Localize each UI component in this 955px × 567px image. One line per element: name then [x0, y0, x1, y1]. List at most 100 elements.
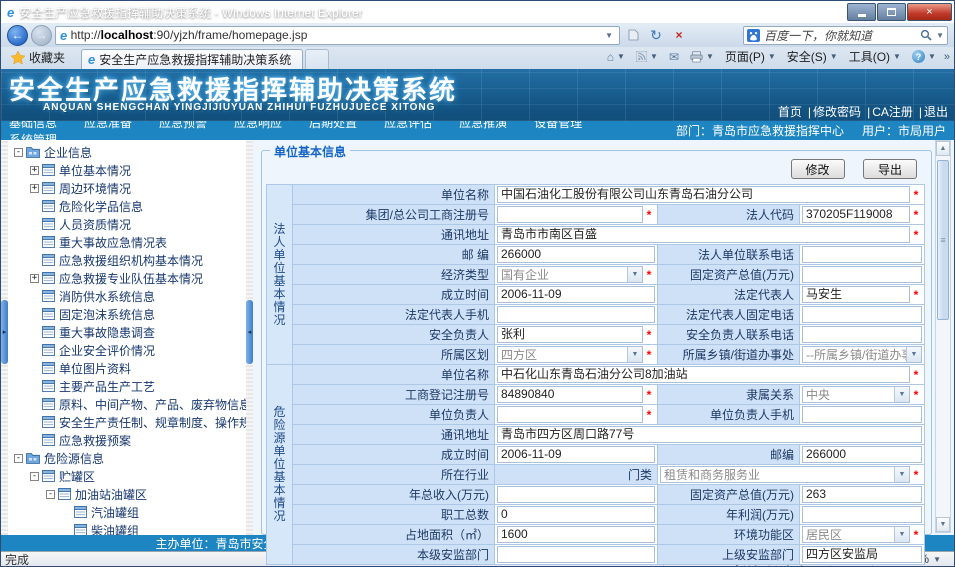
tree-item-label[interactable]: 固定泡沫系统信息 [59, 306, 155, 323]
search-input[interactable]: 百度一下，你就知道 ▼ [743, 26, 948, 45]
tree-item[interactable]: 原料、中间产物、产品、废弃物信息 [8, 395, 246, 413]
tree-item-label[interactable]: 加油站油罐区 [75, 486, 147, 503]
tree-item-label[interactable]: 单位基本情况 [59, 162, 131, 179]
export-button[interactable]: 导出 [863, 159, 917, 179]
tree-item-label[interactable]: 人员资质情况 [59, 216, 131, 233]
back-button[interactable]: ← [7, 25, 28, 46]
tree-item[interactable]: 汽油罐组 [8, 503, 246, 521]
tree-item[interactable]: 危险化学品信息 [8, 197, 246, 215]
expand-icon[interactable]: + [30, 184, 39, 193]
address-dropdown-icon[interactable]: ▼ [601, 31, 617, 40]
scroll-down-button[interactable]: ▼ [936, 517, 950, 532]
tree-item[interactable]: 重大事故应急情况表 [8, 233, 246, 251]
form-scrollbar[interactable]: ▲ ≡ ▼ [935, 140, 951, 533]
tree-item-label[interactable]: 主要产品生产工艺 [59, 378, 155, 395]
text-input[interactable]: 0 [497, 506, 655, 523]
collapse-icon[interactable]: - [14, 148, 23, 157]
maximize-button[interactable] [877, 3, 906, 21]
tree-item[interactable]: - 贮罐区 [8, 467, 246, 485]
tree-item-label[interactable]: 重大事故隐患调查 [59, 324, 155, 341]
text-input[interactable]: 266000 [802, 446, 922, 463]
text-input[interactable] [802, 246, 922, 263]
tab-active[interactable]: e 安全生产应急救援指挥辅助决策系统 [81, 49, 303, 69]
text-input[interactable] [802, 326, 922, 343]
modify-button[interactable]: 修改 [791, 159, 845, 179]
text-input[interactable] [497, 206, 643, 223]
text-input[interactable] [802, 406, 922, 423]
tree-item[interactable]: 单位图片资料 [8, 359, 246, 377]
text-input[interactable]: 马安生 [802, 286, 910, 303]
tree-item[interactable]: -加油站油罐区 [8, 485, 246, 503]
text-input[interactable]: 266000 [497, 246, 655, 263]
tree-item[interactable]: -危险源信息 [8, 449, 246, 467]
tree-item[interactable]: 消防供水系统信息 [8, 287, 246, 305]
feeds-button[interactable]: ▼ [633, 50, 661, 63]
select-dropdown[interactable]: 租赁和商务服务业▼ [660, 466, 910, 483]
text-input[interactable] [497, 546, 655, 563]
text-input[interactable] [802, 266, 922, 283]
text-input[interactable]: 中国石油化工股份有限公司山东青岛石油分公司 [497, 186, 910, 203]
tree-item[interactable]: + 应急救援专业队伍基本情况 [8, 269, 246, 287]
tree-item-label[interactable]: 应急救援组织机构基本情况 [59, 252, 203, 269]
tree-item-label[interactable]: 原料、中间产物、产品、废弃物信息 [59, 396, 246, 413]
tree-item-label[interactable]: 企业安全评价情况 [59, 342, 155, 359]
chevron-down-icon[interactable]: ▼ [894, 527, 909, 542]
text-input[interactable]: 84890840 [497, 386, 643, 403]
tree-item-label[interactable]: 单位图片资料 [59, 360, 131, 377]
text-input[interactable]: 263 [802, 486, 922, 503]
text-input[interactable]: 四方区安监局 [802, 546, 922, 563]
scrollbar-thumb[interactable]: ≡ [937, 160, 949, 320]
left-collapse-handle[interactable]: ▸ [1, 300, 8, 364]
expand-icon[interactable]: + [30, 166, 39, 175]
tree-item[interactable]: 柴油罐组 [8, 521, 246, 535]
text-input[interactable] [497, 306, 655, 323]
tree-item-label[interactable]: 贮罐区 [59, 468, 95, 485]
tree-item[interactable]: 人员资质情况 [8, 215, 246, 233]
minimize-button[interactable] [847, 3, 876, 21]
close-button[interactable]: × [907, 3, 952, 21]
print-button[interactable]: ▼ [687, 50, 717, 64]
banner-link[interactable]: 首页 [778, 103, 802, 120]
text-input[interactable]: 中石化山东青岛石油分公司8加油站 [497, 366, 910, 383]
text-input[interactable]: 2006-11-09 [497, 286, 655, 303]
tree-item[interactable]: 企业安全评价情况 [8, 341, 246, 359]
tree-item[interactable]: + 单位基本情况 [8, 161, 246, 179]
banner-link[interactable]: CA注册 [872, 103, 913, 120]
banner-link[interactable]: 修改密码 [813, 103, 861, 120]
tree-item-label[interactable]: 应急救援预案 [59, 432, 131, 449]
tree-item[interactable]: 应急救援组织机构基本情况 [8, 251, 246, 269]
tree-item[interactable]: 主要产品生产工艺 [8, 377, 246, 395]
text-input[interactable]: 张利 [497, 326, 643, 343]
text-input[interactable]: 1600 [497, 526, 655, 543]
new-tab-button[interactable] [305, 49, 329, 69]
chevron-down-icon[interactable]: ▼ [894, 467, 909, 482]
select-dropdown[interactable]: --所属乡镇/街道办事处--▼ [802, 346, 922, 363]
collapse-icon[interactable]: - [14, 454, 23, 463]
tree-item[interactable]: +周边环境情况 [8, 179, 246, 197]
forward-button[interactable]: → [31, 25, 52, 46]
page-menu[interactable]: 页面(P)▼ [722, 47, 779, 66]
select-dropdown[interactable]: 国有企业▼ [497, 266, 643, 283]
chevron-down-icon[interactable]: ▼ [894, 387, 909, 402]
tree-item-label[interactable]: 柴油罐组 [91, 522, 139, 536]
text-input[interactable]: 青岛市四方区周口路77号 [497, 426, 922, 443]
tree-item[interactable]: - 企业信息 [8, 143, 246, 161]
tree-item-label[interactable]: 应急救援专业队伍基本情况 [59, 270, 203, 287]
scroll-up-button[interactable]: ▲ [936, 141, 950, 156]
text-input[interactable]: 2006-11-09 [497, 446, 655, 463]
text-input[interactable] [802, 506, 922, 523]
tree-item-label[interactable]: 危险化学品信息 [59, 198, 143, 215]
compatibility-view-button[interactable] [623, 25, 643, 45]
tree-item[interactable]: 重大事故隐患调查 [8, 323, 246, 341]
select-dropdown[interactable]: 中央▼ [802, 386, 910, 403]
tree-item-label[interactable]: 安全生产责任制、规章制度、操作规程信息 [59, 414, 246, 431]
chevron-down-icon[interactable]: ▼ [906, 347, 921, 362]
tree-item-label[interactable]: 企业信息 [44, 144, 92, 161]
help-menu[interactable]: ?▼ [909, 49, 939, 64]
favorites-button[interactable]: 收藏夹 [5, 47, 73, 69]
collapse-icon[interactable]: - [30, 472, 39, 481]
text-input[interactable]: 青岛市市南区百盛 [497, 226, 910, 243]
search-dropdown-icon[interactable]: ▼ [936, 31, 944, 40]
expand-icon[interactable]: + [30, 274, 39, 283]
chevron-down-icon[interactable]: ▼ [627, 347, 642, 362]
